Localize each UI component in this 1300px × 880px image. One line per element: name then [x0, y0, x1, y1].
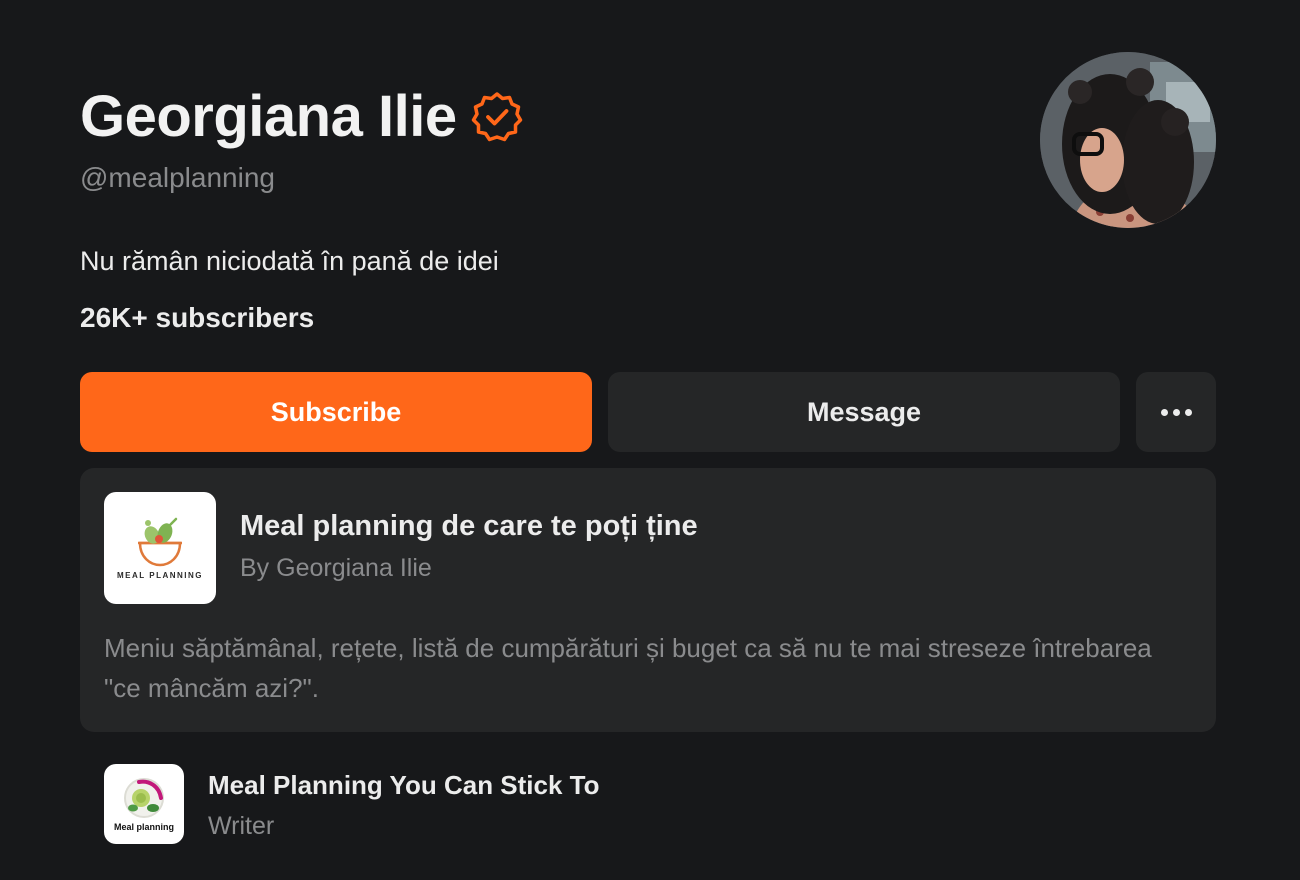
writer-role-label: Writer: [208, 812, 275, 840]
publication-description: Meniu săptămânal, rețete, listă de cumpă…: [104, 633, 1152, 703]
profile-name: Georgiana Ilie: [80, 84, 457, 149]
publication-card[interactable]: MEAL PLANNING Meal planning de care te p…: [80, 468, 1216, 732]
publication-title[interactable]: Meal planning de care te poți ține: [240, 510, 698, 543]
ellipsis-icon: [1160, 408, 1192, 416]
subscriber-count[interactable]: 26K+ subscribers: [80, 302, 314, 334]
profile-photo: [1040, 52, 1216, 228]
message-button[interactable]: Message: [608, 372, 1120, 452]
publication-author: By Georgiana Ilie: [240, 554, 432, 582]
publication-logo-text: MEAL PLANNING: [116, 570, 204, 580]
publication-logo[interactable]: MEAL PLANNING: [104, 492, 216, 604]
subscribe-button[interactable]: Subscribe: [80, 372, 592, 452]
avatar[interactable]: [1040, 52, 1216, 228]
profile-header: Georgiana Ilie: [80, 84, 523, 150]
profile-handle: @mealplanning: [80, 162, 275, 193]
more-options-button[interactable]: [1136, 372, 1216, 452]
salad-bowl-icon: [138, 517, 182, 566]
writer-publication-logo-text: Meal planning: [113, 822, 174, 832]
writer-publication-title[interactable]: Meal Planning You Can Stick To: [208, 770, 600, 801]
verified-badge-icon: [471, 91, 523, 143]
vegetable-plate-icon: [124, 778, 164, 818]
profile-bio: Nu rămân niciodată în pană de idei: [80, 246, 499, 276]
writer-role-item[interactable]: Meal planning Meal Planning You Can Stic…: [104, 764, 1204, 844]
writer-publication-logo[interactable]: Meal planning: [104, 764, 184, 844]
